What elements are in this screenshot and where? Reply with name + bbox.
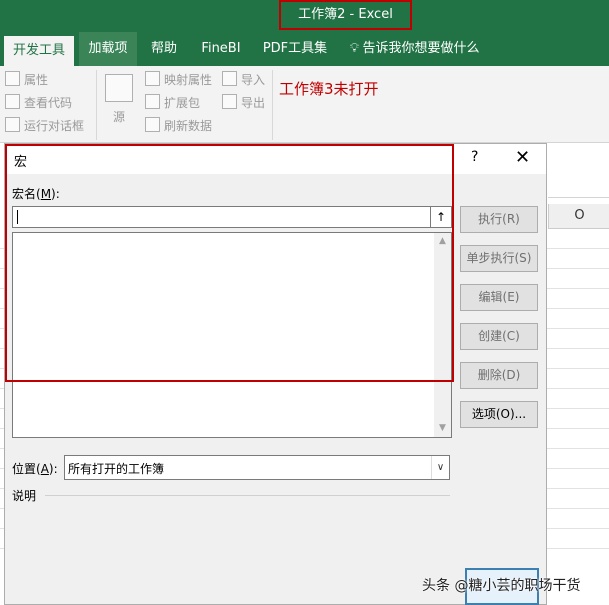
tell-me-box[interactable]: 💡︎ 告诉我你想要做什么 — [343, 32, 483, 66]
collapse-arrow-icon[interactable]: ↑ — [430, 206, 452, 228]
expansion-packs-icon — [145, 94, 160, 109]
close-icon[interactable]: ✕ — [515, 147, 530, 168]
step-into-button[interactable]: 单步执行(S) — [460, 245, 538, 272]
ribbon-developer: 属性 查看代码 运行对话框 源 映射属性 扩展包 刷新数据 导入 导出 工作簿3… — [0, 66, 609, 143]
run-button[interactable]: 执行(R) — [460, 206, 538, 233]
import-icon — [222, 71, 237, 86]
xml-source-icon — [105, 74, 133, 102]
lightbulb-icon: 💡︎ — [349, 41, 360, 56]
window-title: 工作簿2 - Excel — [279, 0, 412, 30]
column-header-o[interactable]: O — [548, 204, 609, 229]
map-properties-button[interactable]: 映射属性 — [145, 70, 212, 90]
dialog-title: 宏 — [14, 155, 28, 170]
macro-list[interactable]: ▲ ▼ — [12, 232, 452, 438]
edit-button[interactable]: 编辑(E) — [460, 284, 538, 311]
delete-button[interactable]: 删除(D) — [460, 362, 538, 389]
tab-finebi[interactable]: FineBI — [193, 32, 249, 66]
excel-title-bar: 工作簿2 - Excel — [0, 0, 609, 32]
run-dialog-icon — [5, 117, 20, 132]
tab-addins[interactable]: 加载项 — [79, 32, 137, 66]
map-properties-icon — [145, 71, 160, 86]
export-icon — [222, 94, 237, 109]
expansion-packs-button[interactable]: 扩展包 — [145, 93, 200, 113]
description-divider — [45, 495, 450, 496]
list-scrollbar[interactable]: ▲ ▼ — [434, 233, 451, 437]
refresh-data-button[interactable]: 刷新数据 — [145, 116, 212, 136]
tell-me-label: 告诉我你想要做什么 — [362, 41, 480, 56]
description-label: 说明 — [12, 489, 37, 503]
ribbon-separator — [96, 70, 97, 140]
scroll-up-icon[interactable]: ▲ — [434, 233, 451, 250]
chevron-down-icon[interactable]: ∨ — [431, 456, 449, 479]
dialog-title-bar[interactable]: 宏 ? ✕ — [5, 144, 546, 174]
view-code-button[interactable]: 查看代码 — [5, 93, 72, 113]
properties-icon — [5, 71, 20, 86]
tab-developer[interactable]: 开发工具 — [4, 36, 74, 66]
ribbon-tabs: 开发工具 加载项 帮助 FineBI PDF工具集 💡︎ 告诉我你想要做什么 — [0, 32, 609, 66]
import-button[interactable]: 导入 — [222, 70, 265, 90]
source-button[interactable]: 源 — [103, 70, 135, 130]
location-select[interactable]: 所有打开的工作簿 ∨ — [64, 455, 450, 480]
properties-button[interactable]: 属性 — [5, 70, 48, 90]
macro-dialog: 宏 ? ✕ 宏名(M): ↑ ▲ ▼ 执行(R) 单步执行(S) 编辑(E) 创… — [4, 143, 547, 605]
tab-pdf-tools[interactable]: PDF工具集 — [257, 32, 333, 66]
scroll-down-icon[interactable]: ▼ — [434, 420, 451, 437]
macro-name-label: 宏名(M): — [12, 187, 60, 201]
options-button[interactable]: 选项(O)... — [460, 401, 538, 428]
view-code-icon — [5, 94, 20, 109]
refresh-data-icon — [145, 117, 160, 132]
ribbon-separator — [272, 70, 273, 140]
formula-bar[interactable] — [548, 169, 609, 198]
annotation-note: 工作簿3未打开 — [279, 80, 379, 98]
tab-help[interactable]: 帮助 — [143, 32, 185, 66]
create-button[interactable]: 创建(C) — [460, 323, 538, 350]
location-value: 所有打开的工作簿 — [68, 462, 165, 476]
run-dialog-button[interactable]: 运行对话框 — [5, 116, 84, 136]
location-label: 位置(A): — [12, 462, 58, 476]
text-caret — [17, 210, 18, 224]
watermark: 头条 @糖小芸的职场干货 — [422, 578, 581, 594]
macro-name-input[interactable] — [12, 206, 437, 228]
help-button[interactable]: ? — [471, 149, 478, 165]
export-button[interactable]: 导出 — [222, 93, 265, 113]
